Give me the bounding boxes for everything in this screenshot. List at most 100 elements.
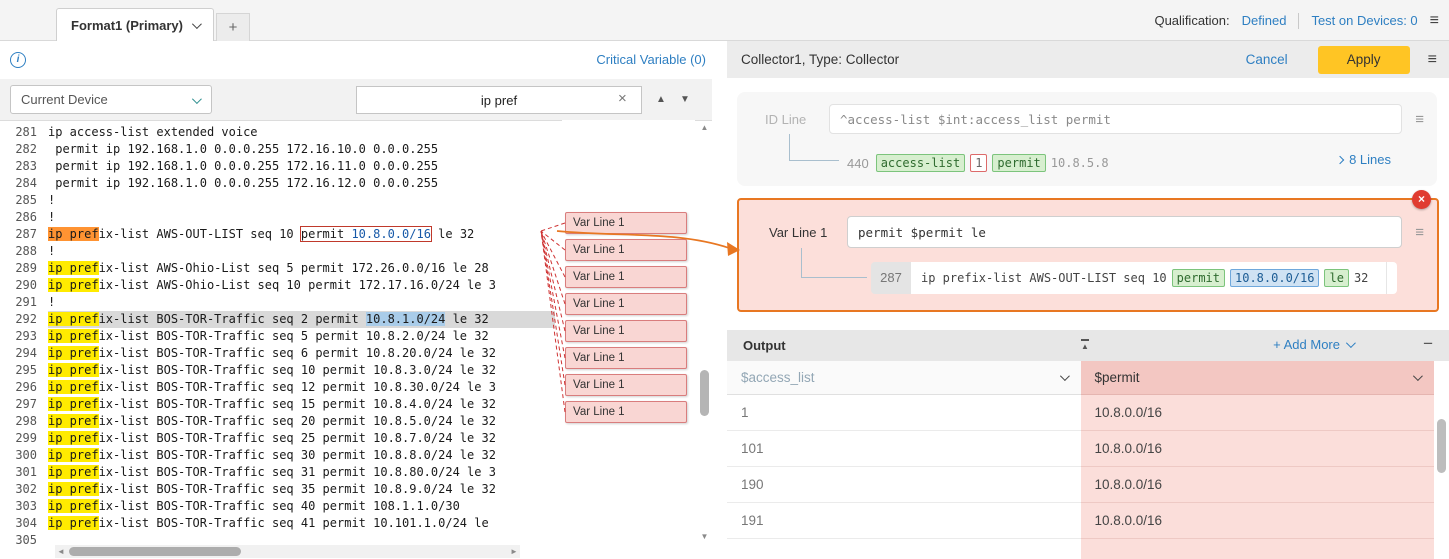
output-row: 110.8.0.0/16 <box>727 395 1434 431</box>
collector-panel: Collector1, Type: Collector Cancel Apply… <box>727 41 1449 559</box>
line-number: 284 <box>0 175 48 192</box>
chevron-right-icon <box>1336 155 1344 163</box>
table-scrollbar[interactable] <box>1436 395 1447 557</box>
output-cell-access-list[interactable]: 190 <box>727 467 1081 503</box>
var-line-chip[interactable]: Var Line 1 <box>565 347 687 369</box>
scroll-left-icon[interactable]: ◄ <box>55 545 67 558</box>
qualification-defined-link[interactable]: Defined <box>1242 13 1287 28</box>
id-line-match-tokens: access-list1permit10.8.5.8 <box>876 154 1109 172</box>
output-cell-permit[interactable] <box>1081 539 1435 559</box>
apply-button[interactable]: Apply <box>1318 46 1410 74</box>
var-line-chip[interactable]: Var Line 1 <box>565 266 687 288</box>
output-cell-access-list[interactable]: 101 <box>727 431 1081 467</box>
line-number: 287 <box>0 226 48 243</box>
var-line-expand-link[interactable]: 8 Lines <box>1386 262 1397 294</box>
add-tab-button[interactable]: + <box>216 13 250 42</box>
remove-column-icon[interactable]: − <box>1423 334 1433 354</box>
horizontal-scroll-thumb[interactable] <box>69 547 241 556</box>
output-cell-permit[interactable]: 10.8.0.0/16 <box>1081 467 1435 503</box>
id-line-section: ID Line ≡ 440 access-list1permit10.8.5.8… <box>737 92 1437 186</box>
var-line-chip[interactable]: Var Line 1 <box>565 401 687 423</box>
var-line-chip[interactable]: Var Line 1 <box>565 320 687 342</box>
vertical-scrollbar[interactable]: ▲ ▼ <box>698 122 711 543</box>
find-previous-button[interactable]: ▲ <box>650 87 672 113</box>
line-text: ip prefix-list BOS-TOR-Traffic seq 6 per… <box>48 345 555 362</box>
info-icon[interactable]: i <box>10 52 26 68</box>
id-line-menu-icon[interactable]: ≡ <box>1415 111 1424 128</box>
output-cell-access-list[interactable]: 191 <box>727 503 1081 539</box>
add-more-link[interactable]: + Add More <box>1273 337 1353 352</box>
line-text: ip prefix-list BOS-TOR-Traffic seq 30 pe… <box>48 447 555 464</box>
output-section: Output ▲ + Add More − $access_list $perm… <box>727 330 1449 559</box>
table-scroll-thumb[interactable] <box>1437 419 1446 473</box>
critical-variable-link[interactable]: Critical Variable (0) <box>596 52 706 67</box>
output-cell-permit[interactable]: 10.8.0.0/16 <box>1081 431 1435 467</box>
line-number: 301 <box>0 464 48 481</box>
match-token: ip prefix-list AWS-OUT-LIST seq 10 <box>921 271 1167 285</box>
device-select[interactable]: Current Device <box>10 85 212 114</box>
match-token: 32 <box>1354 271 1368 285</box>
scroll-right-icon[interactable]: ► <box>508 545 520 558</box>
top-menu-icon[interactable]: ≡ <box>1430 12 1439 30</box>
output-cell-permit[interactable]: 10.8.0.0/16 <box>1081 503 1435 539</box>
line-text: ip access-list extended voice <box>48 124 555 141</box>
output-row: 19110.8.0.0/16 <box>727 503 1434 539</box>
chevron-down-icon <box>192 94 202 104</box>
config-toolbar: Current Device × ▲ ▼ <box>0 79 712 121</box>
line-text: ! <box>48 243 555 260</box>
match-token: 10.8.5.8 <box>1051 156 1109 170</box>
clear-search-icon[interactable]: × <box>618 89 627 109</box>
output-table: $access_list $permit 110.8.0.0/1610110.8… <box>727 361 1434 559</box>
line-number: 286 <box>0 209 48 226</box>
collector-content: ID Line ≡ 440 access-list1permit10.8.5.8… <box>727 78 1449 559</box>
line-number: 294 <box>0 345 48 362</box>
id-line-pattern-input[interactable] <box>829 104 1402 134</box>
line-number: 285 <box>0 192 48 209</box>
column-header-permit[interactable]: $permit <box>1081 361 1435 395</box>
match-token: 10.8.0.0/16 <box>1230 269 1319 287</box>
collector-title: Collector1, Type: Collector <box>741 52 899 67</box>
id-lines-label: 8 Lines <box>1349 152 1391 167</box>
horizontal-scrollbar[interactable]: ◄ ► <box>55 545 520 558</box>
close-icon[interactable]: × <box>1412 190 1431 209</box>
search-input[interactable] <box>356 86 642 114</box>
var-line-match-box: ip prefix-list AWS-OUT-LIST seq 10permit… <box>911 262 1397 294</box>
match-token: 1 <box>970 154 987 172</box>
chevron-down-icon <box>1059 371 1069 381</box>
add-more-label: + Add More <box>1273 337 1340 352</box>
line-number: 298 <box>0 413 48 430</box>
connector-elbow <box>801 248 867 278</box>
scroll-up-icon[interactable]: ▲ <box>698 122 711 134</box>
column-header-access-list[interactable]: $access_list <box>727 361 1081 395</box>
scroll-down-icon[interactable]: ▼ <box>698 531 711 543</box>
line-text: ! <box>48 209 555 226</box>
output-row: 10110.8.0.0/16 <box>727 431 1434 467</box>
line-text: ip prefix-list BOS-TOR-Traffic seq 20 pe… <box>48 413 555 430</box>
line-number: 305 <box>0 532 48 549</box>
find-next-button[interactable]: ▼ <box>674 87 696 113</box>
var-line-match-tokens: ip prefix-list AWS-OUT-LIST seq 10permit… <box>921 269 1368 287</box>
var-line-chip[interactable]: Var Line 1 <box>565 239 687 261</box>
output-cell-permit[interactable]: 10.8.0.0/16 <box>1081 395 1435 431</box>
vertical-scroll-thumb[interactable] <box>700 370 709 416</box>
var-line-chip[interactable]: Var Line 1 <box>565 212 687 234</box>
var-line-chip[interactable]: Var Line 1 <box>565 293 687 315</box>
tab-format1-primary[interactable]: Format1 (Primary) <box>56 8 214 42</box>
id-line-label: ID Line <box>765 112 821 127</box>
line-number: 295 <box>0 362 48 379</box>
id-line-expand-link[interactable]: 8 Lines <box>1337 152 1391 167</box>
line-number: 281 <box>0 124 48 141</box>
device-select-value: Current Device <box>21 92 108 107</box>
line-number: 296 <box>0 379 48 396</box>
var-line-pattern-input[interactable] <box>847 216 1402 248</box>
cancel-button[interactable]: Cancel <box>1246 52 1288 67</box>
var-line-chip[interactable]: Var Line 1 <box>565 374 687 396</box>
collapse-icon[interactable]: ▲ <box>1081 339 1089 351</box>
var-line-menu-icon[interactable]: ≡ <box>1415 224 1424 241</box>
line-number: 288 <box>0 243 48 260</box>
output-cell-access-list[interactable] <box>727 539 1081 559</box>
output-cell-access-list[interactable]: 1 <box>727 395 1081 431</box>
line-text: ip prefix-list BOS-TOR-Traffic seq 40 pe… <box>48 498 555 515</box>
test-on-devices-link[interactable]: Test on Devices: 0 <box>1311 13 1417 28</box>
panel-menu-icon[interactable]: ≡ <box>1428 51 1437 69</box>
